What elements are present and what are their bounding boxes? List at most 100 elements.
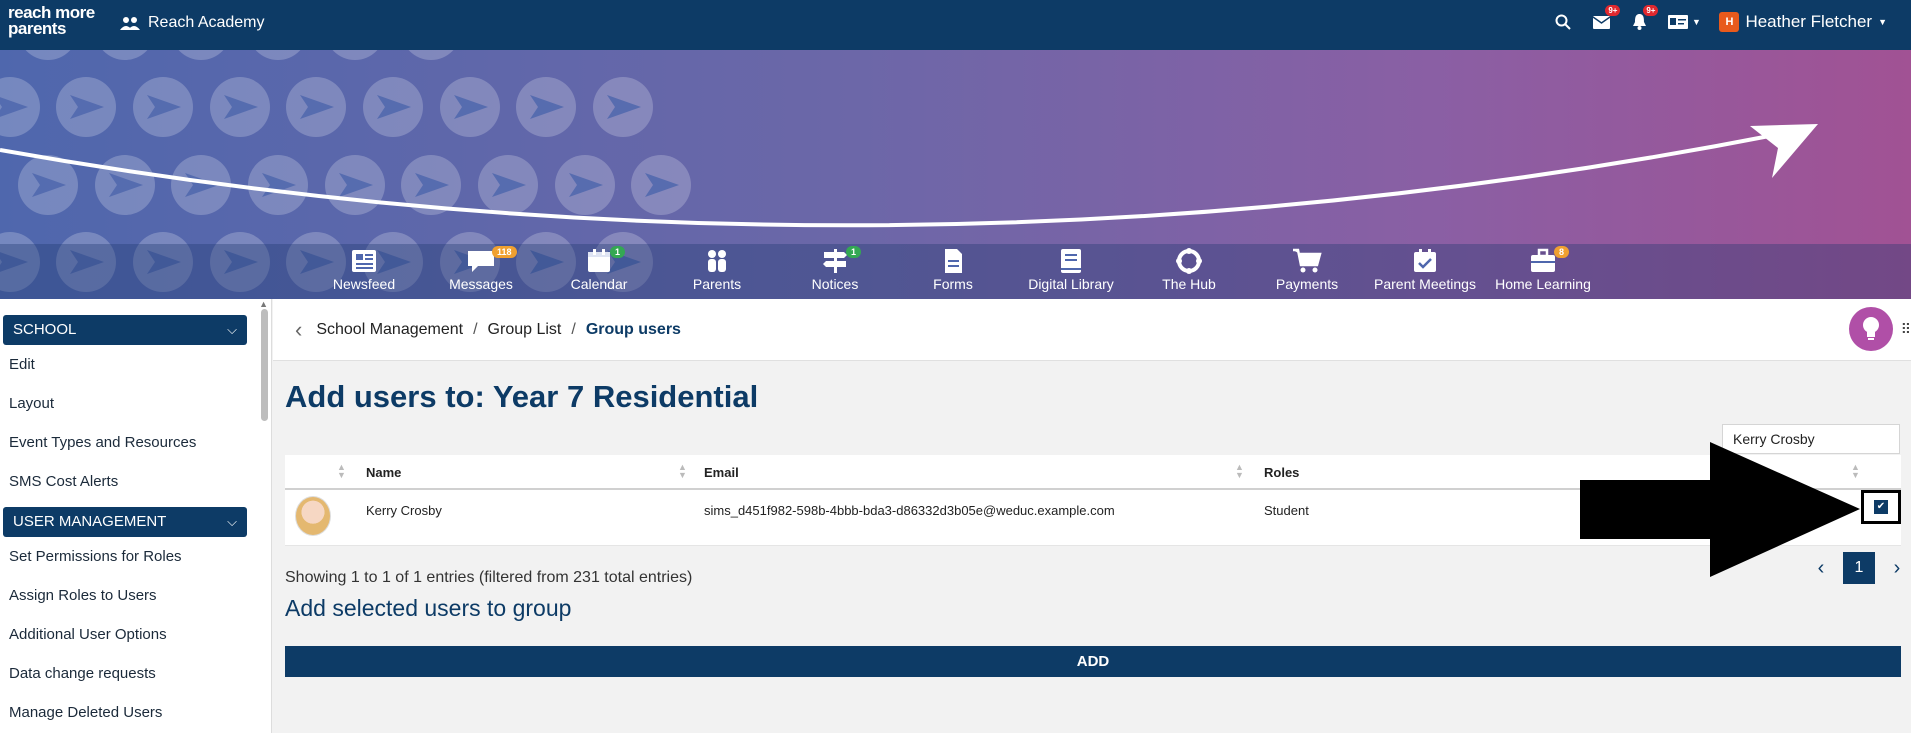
nav-label: Forms	[933, 276, 973, 292]
id-card-icon	[1667, 15, 1688, 29]
newsfeed-icon	[352, 250, 376, 272]
sidebar-section-school[interactable]: SCHOOL ⌵	[3, 315, 247, 345]
user-email-cell: sims_d451f982-598b-4bbb-bda3-d86332d3b05…	[704, 503, 1115, 518]
forms-icon	[945, 249, 962, 273]
avatar	[295, 496, 331, 536]
notifications-badge: 9+	[1643, 5, 1659, 16]
user-avatar: H	[1719, 12, 1740, 32]
nav-forms[interactable]: Forms	[894, 244, 1012, 299]
sidebar-item-edit[interactable]: Edit	[0, 345, 271, 384]
sidebar-item-event-types[interactable]: Event Types and Resources	[0, 423, 271, 462]
page-title: Add users to: Year 7 Residential	[285, 379, 759, 414]
help-button[interactable]	[1849, 307, 1893, 351]
nav-messages[interactable]: 118 Messages	[422, 244, 540, 299]
cart-icon	[1293, 248, 1322, 273]
column-header-name[interactable]: Name	[366, 465, 401, 480]
sidebar-section-title: USER MANAGEMENT	[13, 513, 167, 530]
nav-notices[interactable]: 1 Notices	[776, 244, 894, 299]
sidebar-section-user-management[interactable]: USER MANAGEMENT ⌵	[3, 507, 247, 537]
sidebar-item-set-permissions[interactable]: Set Permissions for Roles	[0, 537, 271, 576]
notifications-button[interactable]: 9+	[1629, 5, 1659, 32]
sort-icon[interactable]: ▲ ▼	[1235, 463, 1244, 480]
nav-payments[interactable]: Payments	[1248, 244, 1366, 299]
main-content: ‹ School Management / Group List / Group…	[273, 299, 1911, 733]
language-selector[interactable]: ▼	[1667, 12, 1701, 32]
main-nav: Newsfeed 118 Messages 1 Calendar Parents…	[0, 244, 1911, 299]
school-name: Reach Academy	[148, 14, 265, 31]
chevron-down-icon: ▼	[1878, 17, 1887, 27]
select-user-checkbox[interactable]: ✔	[1861, 490, 1901, 524]
sort-icon[interactable]: ▲ ▼	[678, 463, 687, 480]
nav-badge: 118	[492, 246, 517, 258]
add-button[interactable]: ADD	[285, 646, 1901, 677]
parents-icon	[708, 250, 726, 272]
column-header-email[interactable]: Email	[704, 465, 739, 480]
bell-icon	[1632, 14, 1646, 30]
lightbulb-icon	[1863, 317, 1879, 340]
nav-label: Parent Meetings	[1374, 276, 1476, 292]
entries-info: Showing 1 to 1 of 1 entries (filtered fr…	[285, 569, 693, 586]
nav-label: The Hub	[1162, 276, 1216, 292]
back-chevron-icon[interactable]: ‹	[295, 317, 302, 343]
nav-label: Newsfeed	[332, 276, 396, 292]
pagination: ‹ 1 ›	[1809, 552, 1909, 584]
sidebar-section-title: SCHOOL	[13, 321, 77, 338]
sidebar-item-assign-roles[interactable]: Assign Roles to Users	[0, 576, 271, 615]
column-header-roles[interactable]: Roles	[1264, 465, 1299, 480]
library-icon	[1061, 249, 1081, 273]
page-number-button[interactable]: 1	[1843, 552, 1875, 584]
drag-handle-icon[interactable]: ⠿	[1901, 321, 1911, 338]
checkmark-icon: ✔	[1874, 500, 1888, 514]
top-bar: reach more parents Reach Academy 9+ 9+ ▼…	[0, 0, 1911, 50]
messages-badge: 9+	[1605, 5, 1621, 16]
search-button[interactable]	[1553, 12, 1573, 32]
sidebar-item-additional-options[interactable]: Additional User Options	[0, 615, 271, 654]
sidebar-scrollbar[interactable]	[261, 309, 268, 421]
nav-label: Payments	[1275, 276, 1339, 292]
breadcrumb-separator: /	[571, 320, 576, 338]
chevron-down-icon: ⌵	[227, 322, 237, 337]
hub-icon	[1176, 248, 1202, 274]
nav-badge: 8	[1554, 246, 1570, 258]
nav-parent-meetings[interactable]: Parent Meetings	[1366, 244, 1484, 299]
next-page-button[interactable]: ›	[1885, 557, 1909, 580]
breadcrumb: ‹ School Management / Group List / Group…	[273, 299, 1911, 361]
breadcrumb-group-list[interactable]: Group List	[488, 321, 562, 339]
sidebar-item-layout[interactable]: Layout	[0, 384, 271, 423]
app-logo[interactable]: reach more parents	[8, 4, 100, 38]
nav-badge: 1	[610, 246, 626, 258]
nav-label: Messages	[449, 276, 513, 292]
logo-line-2: parents	[8, 19, 66, 38]
sidebar-item-sms-cost-alerts[interactable]: SMS Cost Alerts	[0, 462, 271, 501]
school-switcher[interactable]: Reach Academy	[120, 14, 265, 32]
nav-the-hub[interactable]: The Hub	[1130, 244, 1248, 299]
scroll-up-arrow[interactable]: ▲	[259, 299, 268, 309]
chevron-down-icon: ▼	[1691, 17, 1701, 27]
user-menu[interactable]: H Heather Fletcher ▼	[1719, 12, 1887, 32]
messages-button[interactable]: 9+	[1591, 5, 1621, 32]
add-section-title: Add selected users to group	[285, 595, 572, 621]
chevron-down-icon: ⌵	[227, 514, 237, 529]
nav-calendar[interactable]: 1 Calendar	[540, 244, 658, 299]
nav-label: Notices	[811, 276, 859, 292]
sidebar-item-data-change-requests[interactable]: Data change requests	[0, 654, 271, 693]
nav-newsfeed[interactable]: Newsfeed	[305, 244, 423, 299]
sort-icon[interactable]: ▲ ▼	[337, 463, 346, 480]
sidebar-item-manage-deleted-users[interactable]: Manage Deleted Users	[0, 693, 271, 732]
nav-label: Parents	[692, 276, 742, 292]
envelope-icon	[1592, 15, 1610, 29]
nav-label: Calendar	[570, 276, 628, 292]
search-icon	[1555, 14, 1572, 30]
nav-digital-library[interactable]: Digital Library	[1012, 244, 1130, 299]
user-name: Heather Fletcher	[1745, 12, 1873, 31]
nav-parents[interactable]: Parents	[658, 244, 776, 299]
nav-label: Home Learning	[1495, 276, 1591, 292]
nav-badge: 1	[846, 246, 862, 258]
user-role-cell: Student	[1264, 503, 1309, 518]
breadcrumb-school-management[interactable]: School Management	[316, 321, 463, 339]
users-icon	[120, 17, 140, 30]
nav-home-learning[interactable]: 8 Home Learning	[1484, 244, 1602, 299]
previous-page-button[interactable]: ‹	[1809, 557, 1833, 580]
sidebar: SCHOOL ⌵ Edit Layout Event Types and Res…	[0, 299, 272, 733]
nav-label: Digital Library	[1028, 276, 1114, 292]
